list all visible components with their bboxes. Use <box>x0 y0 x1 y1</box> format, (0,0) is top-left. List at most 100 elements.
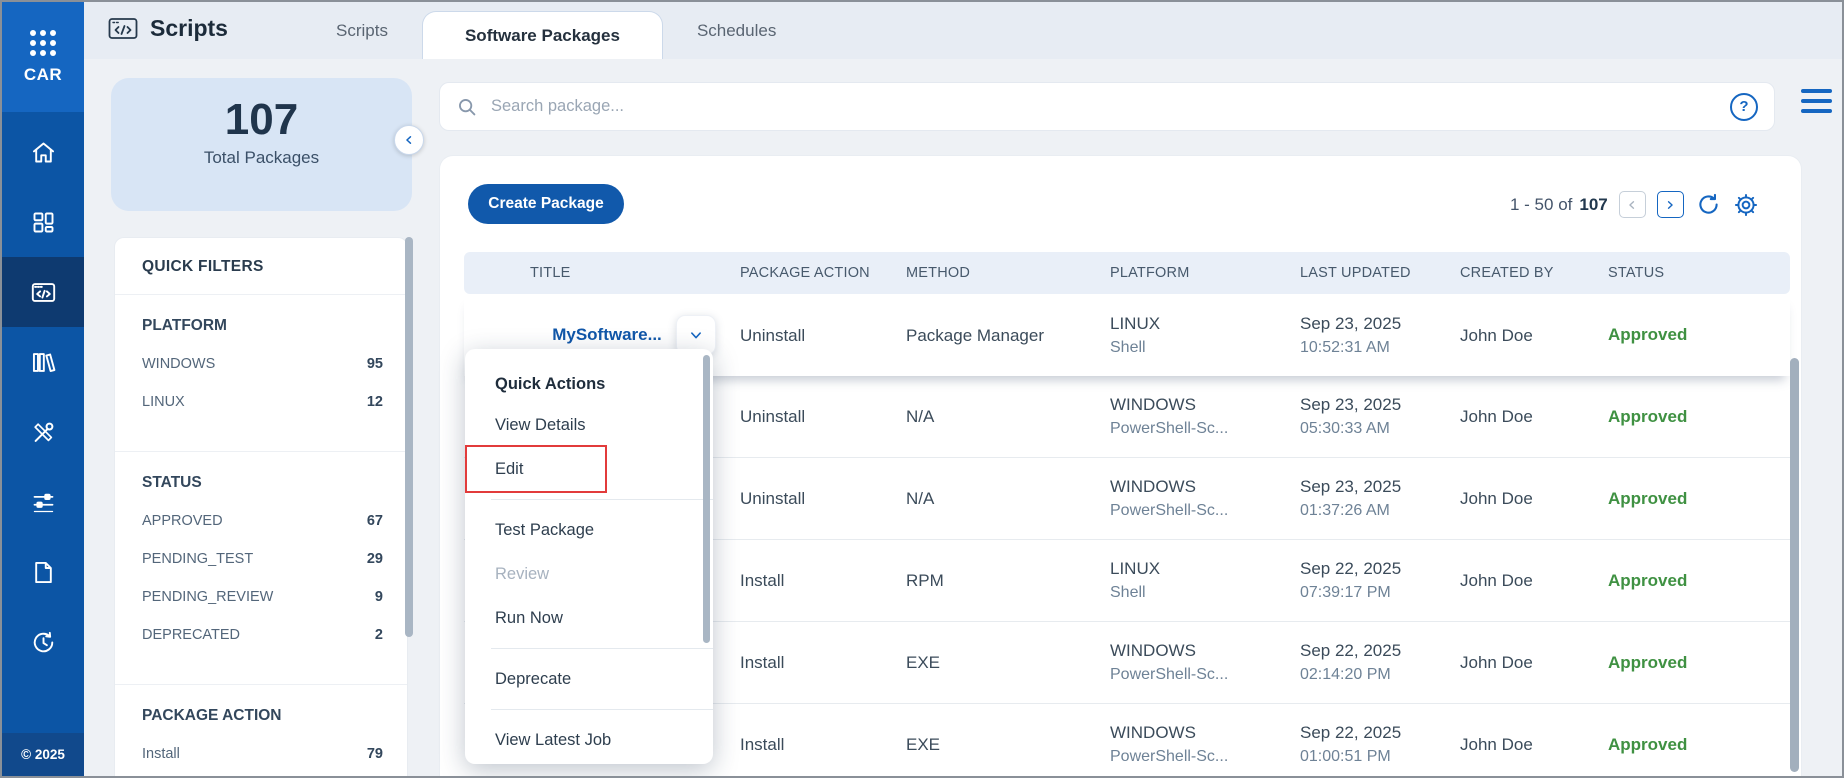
filter-item-pending-test[interactable]: PENDING_TEST 29 <box>115 540 407 578</box>
filters-scrollbar[interactable] <box>405 237 413 637</box>
chevron-left-icon <box>402 133 416 147</box>
divider <box>491 499 713 500</box>
cell-method: Package Manager <box>906 294 1110 376</box>
status-badge: Approved <box>1608 325 1790 345</box>
sidebar-item-documents[interactable] <box>2 537 84 607</box>
help-icon[interactable]: ? <box>1730 93 1758 121</box>
column-created-by: CREATED BY <box>1460 265 1608 281</box>
sidebar-item-tools[interactable] <box>2 397 84 467</box>
menu-item-view-details[interactable]: View Details <box>465 403 713 447</box>
menu-item-deprecate[interactable]: Deprecate <box>465 657 713 701</box>
filter-section-status: STATUS APPROVED 67 PENDING_TEST 29 PENDI… <box>115 452 407 684</box>
sidebar-item-scripts[interactable] <box>2 257 84 327</box>
refresh-icon <box>1696 192 1721 217</box>
scripts-title-icon <box>108 16 138 41</box>
cell-method: N/A <box>906 376 1110 457</box>
divider <box>491 709 713 710</box>
cell-status: Approved <box>1608 458 1790 539</box>
cell-platform: LINUXShell <box>1110 540 1300 621</box>
cell-status: Approved <box>1608 622 1790 703</box>
column-status: STATUS <box>1608 265 1790 281</box>
cell-created-by: John Doe <box>1460 294 1608 376</box>
sidebar-item-dashboard[interactable] <box>2 187 84 257</box>
search-input[interactable] <box>491 97 1717 116</box>
filter-item-deprecated[interactable]: DEPRECATED 2 <box>115 616 407 654</box>
tab-schedules[interactable]: Schedules <box>663 2 810 59</box>
filter-count: 2 <box>375 627 383 643</box>
filter-item-linux[interactable]: LINUX 12 <box>115 383 407 421</box>
chevron-right-icon <box>1663 198 1677 212</box>
status-badge: Approved <box>1608 489 1790 509</box>
menu-item-review: Review <box>465 552 713 596</box>
cell-platform: WINDOWSPowerShell-Sc... <box>1110 376 1300 457</box>
tools-icon <box>30 419 57 446</box>
app-logo[interactable]: CAR <box>2 2 84 112</box>
filter-section-title: STATUS <box>115 466 407 502</box>
total-packages-label: Total Packages <box>111 148 412 168</box>
menu-item-run-now[interactable]: Run Now <box>465 596 713 640</box>
cell-created-by: John Doe <box>1460 704 1608 778</box>
filter-item-install[interactable]: Install 79 <box>115 735 407 773</box>
cell-package-action: Uninstall <box>740 376 906 457</box>
tab-scripts[interactable]: Scripts <box>302 2 422 59</box>
search-bar: ? <box>439 82 1775 131</box>
previous-page-button <box>1619 191 1646 218</box>
total-packages-value: 107 <box>111 95 412 145</box>
sliders-icon <box>30 489 57 516</box>
sidebar-item-library[interactable] <box>2 327 84 397</box>
gear-icon <box>1733 192 1759 218</box>
package-title-link[interactable]: MySoftware... <box>552 325 662 345</box>
filter-item-approved[interactable]: APPROVED 67 <box>115 502 407 540</box>
topbar: Scripts Scripts Software Packages Schedu… <box>84 2 1842 59</box>
cell-last-updated: Sep 22, 202502:14:20 PM <box>1300 622 1460 703</box>
cell-created-by: John Doe <box>1460 376 1608 457</box>
next-page-button[interactable] <box>1657 191 1684 218</box>
menu-item-view-latest-job[interactable]: View Latest Job <box>465 718 713 762</box>
quick-actions-menu: Quick Actions View Details Edit Test Pac… <box>465 349 713 764</box>
filter-item-windows[interactable]: WINDOWS 95 <box>115 345 407 383</box>
table-settings-button[interactable] <box>1733 191 1760 218</box>
cell-platform: LINUXShell <box>1110 294 1300 376</box>
cell-status: Approved <box>1608 704 1790 778</box>
pagination-toolbar: 1 - 50 of 107 <box>1510 191 1760 218</box>
cell-method: RPM <box>906 540 1110 621</box>
menu-scrollbar[interactable] <box>703 355 710 643</box>
pagination-range: 1 - 50 of <box>1510 195 1572 215</box>
filter-item-pending-review[interactable]: PENDING_REVIEW 9 <box>115 578 407 616</box>
filter-label: Install <box>142 746 180 762</box>
filter-section-platform: PLATFORM WINDOWS 95 LINUX 12 <box>115 295 407 451</box>
filter-section-package-action: PACKAGE ACTION Install 79 <box>115 685 407 778</box>
cell-platform: WINDOWSPowerShell-Sc... <box>1110 704 1300 778</box>
refresh-button[interactable] <box>1695 191 1722 218</box>
menu-item-test-package[interactable]: Test Package <box>465 508 713 552</box>
sidebar-item-settings-sliders[interactable] <box>2 467 84 537</box>
quick-actions-menu-header: Quick Actions <box>465 365 713 403</box>
cell-last-updated: Sep 22, 202501:00:51 PM <box>1300 704 1460 778</box>
quick-filters-panel: QUICK FILTERS PLATFORM WINDOWS 95 LINUX … <box>114 237 408 778</box>
app-window: CAR <box>0 0 1844 778</box>
filter-label: PENDING_REVIEW <box>142 589 273 605</box>
cell-method: EXE <box>906 704 1110 778</box>
status-badge: Approved <box>1608 571 1790 591</box>
column-title: TITLE <box>464 265 740 281</box>
sidebar-item-home[interactable] <box>2 117 84 187</box>
column-package-action: PACKAGE ACTION <box>740 265 906 281</box>
table-scrollbar[interactable] <box>1790 358 1799 772</box>
create-package-button[interactable]: Create Package <box>468 184 624 224</box>
collapse-panel-button[interactable] <box>394 125 424 155</box>
menu-hamburger-icon[interactable] <box>1801 89 1832 119</box>
filter-label: WINDOWS <box>142 356 215 372</box>
filter-count: 67 <box>367 513 383 529</box>
filter-label: PENDING_TEST <box>142 551 253 567</box>
sidebar-item-history[interactable] <box>2 607 84 677</box>
tab-software-packages[interactable]: Software Packages <box>422 11 663 59</box>
page-title: Scripts <box>108 15 228 42</box>
filter-label: DEPRECATED <box>142 627 240 643</box>
sidebar-nav <box>2 117 84 677</box>
edit-highlight-box <box>465 445 607 493</box>
cell-platform: WINDOWSPowerShell-Sc... <box>1110 458 1300 539</box>
search-icon <box>456 96 478 118</box>
cell-last-updated: Sep 22, 202507:39:17 PM <box>1300 540 1460 621</box>
cell-last-updated: Sep 23, 202510:52:31 AM <box>1300 294 1460 376</box>
cell-status: Approved <box>1608 294 1790 376</box>
